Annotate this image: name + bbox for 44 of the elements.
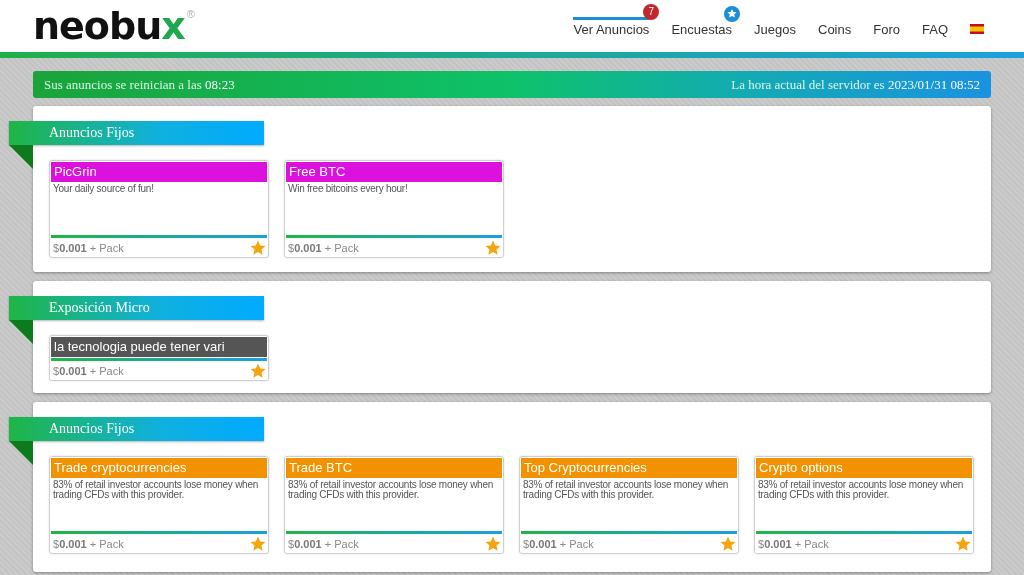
ad-card[interactable]: Trade cryptocurrencies 83% of retail investor accounts lose money when trading CFDs with this provider. $0.001 + Pack (49, 456, 269, 554)
ad-price: $0.001 + Pack (288, 537, 359, 550)
registered-mark: ® (186, 8, 195, 20)
neobux-logo[interactable]: neobux (33, 4, 185, 48)
ad-card[interactable]: Crypto options 83% of retail investor accounts lose money when trading CFDs with this provider. $0.001 + Pack (754, 456, 974, 554)
star-icon[interactable] (485, 239, 501, 256)
reset-time-text: Sus anuncios se reinician a las 08:23 (44, 76, 235, 93)
ad-description: Your daily source of fun! (52, 182, 155, 196)
ad-card[interactable]: la tecnologia puede tener vari $0.001 + Pack (49, 335, 269, 381)
nav-link[interactable]: Encuestas (671, 16, 733, 43)
nav-link[interactable]: Juegos (754, 16, 796, 43)
ad-description: Win free bitcoins every hour! (287, 182, 409, 196)
ad-card[interactable]: Top Cryptocurrencies 83% of retail investor accounts lose money when trading CFDs with this provider. $0.001 + Pack (519, 456, 739, 554)
star-icon[interactable] (485, 535, 501, 552)
notification-badge: 7 (643, 3, 660, 20)
ad-price: $0.001 + Pack (523, 537, 594, 550)
ad-card[interactable]: Trade BTC 83% of retail investor accounts lose money when trading CFDs with this provider. $0.001 + Pack (284, 456, 504, 554)
section-ribbon: Anuncios Fijos (9, 417, 264, 441)
ad-title[interactable]: PicGrin (51, 162, 267, 182)
section-ribbon: Anuncios Fijos (9, 121, 264, 145)
nav-link[interactable]: Foro (873, 16, 900, 43)
star-badge-icon (724, 5, 741, 22)
star-icon[interactable] (250, 362, 266, 379)
ad-card[interactable]: Free BTC Win free bitcoins every hour! $0.001 + Pack (284, 160, 504, 258)
ad-title[interactable]: la tecnologia puede tener vari (51, 337, 267, 357)
ad-description: 83% of retail investor accounts lose money when trading CFDs with this provider. (522, 478, 730, 502)
server-time-text: La hora actual del servidor es 2023/01/31 08:52 (731, 76, 980, 93)
nav-link[interactable]: Coins (818, 16, 852, 43)
star-icon[interactable] (955, 535, 971, 552)
ad-price: $0.001 + Pack (758, 537, 829, 550)
star-icon[interactable] (250, 239, 266, 256)
ad-price: $0.001 + Pack (288, 241, 359, 254)
ad-description: 83% of retail investor accounts lose money when trading CFDs with this provider. (52, 478, 260, 502)
ad-description: 83% of retail investor accounts lose money when trading CFDs with this provider. (287, 478, 495, 502)
ad-price: $0.001 + Pack (53, 364, 124, 377)
ad-description: 83% of retail investor accounts lose money when trading CFDs with this provider. (757, 478, 965, 502)
nav-link[interactable]: FAQ (922, 16, 948, 43)
ad-card[interactable]: PicGrin Your daily source of fun! $0.001 + Pack (49, 160, 269, 258)
section-ribbon: Exposición Micro (9, 296, 264, 320)
star-icon[interactable] (720, 535, 736, 552)
ad-price: $0.001 + Pack (53, 537, 124, 550)
ad-title[interactable]: Free BTC (286, 162, 502, 182)
ad-price: $0.001 + Pack (53, 241, 124, 254)
star-icon[interactable] (250, 535, 266, 552)
